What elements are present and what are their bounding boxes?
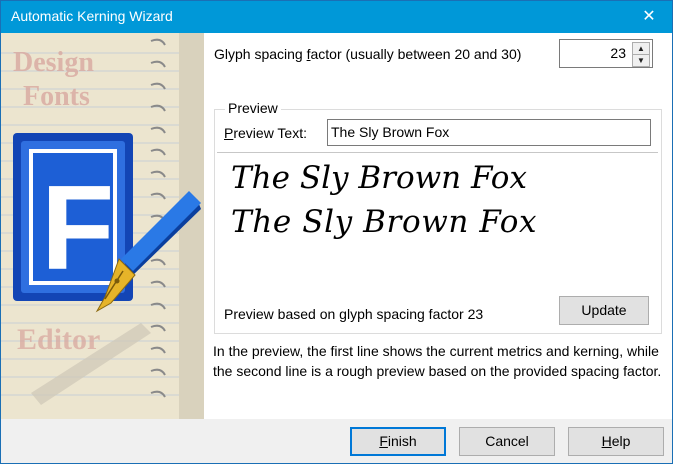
preview-line-current-metrics: The Sly Brown Fox: [231, 160, 527, 196]
fontcreator-logo-illustration: Design Fonts Editor F: [1, 33, 204, 419]
wizard-side-artwork: Design Fonts Editor F: [1, 33, 204, 419]
preview-text-label: Preview Text:: [224, 125, 308, 141]
spin-down-button[interactable]: ▼: [632, 54, 650, 67]
preview-text-input[interactable]: The Sly Brown Fox: [327, 119, 651, 146]
preview-separator: [217, 152, 658, 153]
preview-line-spacing-factor: The Sly Brown Fox: [231, 204, 538, 240]
cancel-button[interactable]: Cancel: [459, 427, 555, 456]
glyph-spacing-spinner[interactable]: 23 ▲ ▼: [559, 39, 653, 68]
preview-based-on-text: Preview based on glyph spacing factor 23: [224, 306, 484, 322]
svg-text:Design: Design: [13, 47, 94, 78]
preview-group-legend: Preview: [225, 100, 281, 116]
info-text: In the preview, the first line shows the…: [213, 343, 662, 379]
finish-button[interactable]: Finish: [350, 427, 446, 456]
help-button[interactable]: Help: [568, 427, 664, 456]
svg-text:F: F: [41, 161, 114, 295]
close-button[interactable]: ✕: [626, 1, 672, 33]
kerning-wizard-window: Automatic Kerning Wizard ✕ Design Fonts …: [0, 0, 673, 464]
wizard-content: Glyph spacing factor (usually between 20…: [204, 33, 672, 419]
title-bar: Automatic Kerning Wizard ✕: [1, 1, 672, 33]
window-title: Automatic Kerning Wizard: [11, 8, 173, 24]
preview-group: Preview Preview Text: The Sly Brown Fox …: [214, 100, 662, 334]
glyph-spacing-value[interactable]: 23: [610, 45, 626, 61]
button-bar: Finish Cancel Help: [1, 419, 672, 463]
svg-text:Editor: Editor: [17, 323, 100, 356]
svg-text:Fonts: Fonts: [23, 81, 90, 112]
update-button[interactable]: Update: [559, 296, 649, 325]
glyph-spacing-label: Glyph spacing factor (usually between 20…: [214, 46, 522, 62]
